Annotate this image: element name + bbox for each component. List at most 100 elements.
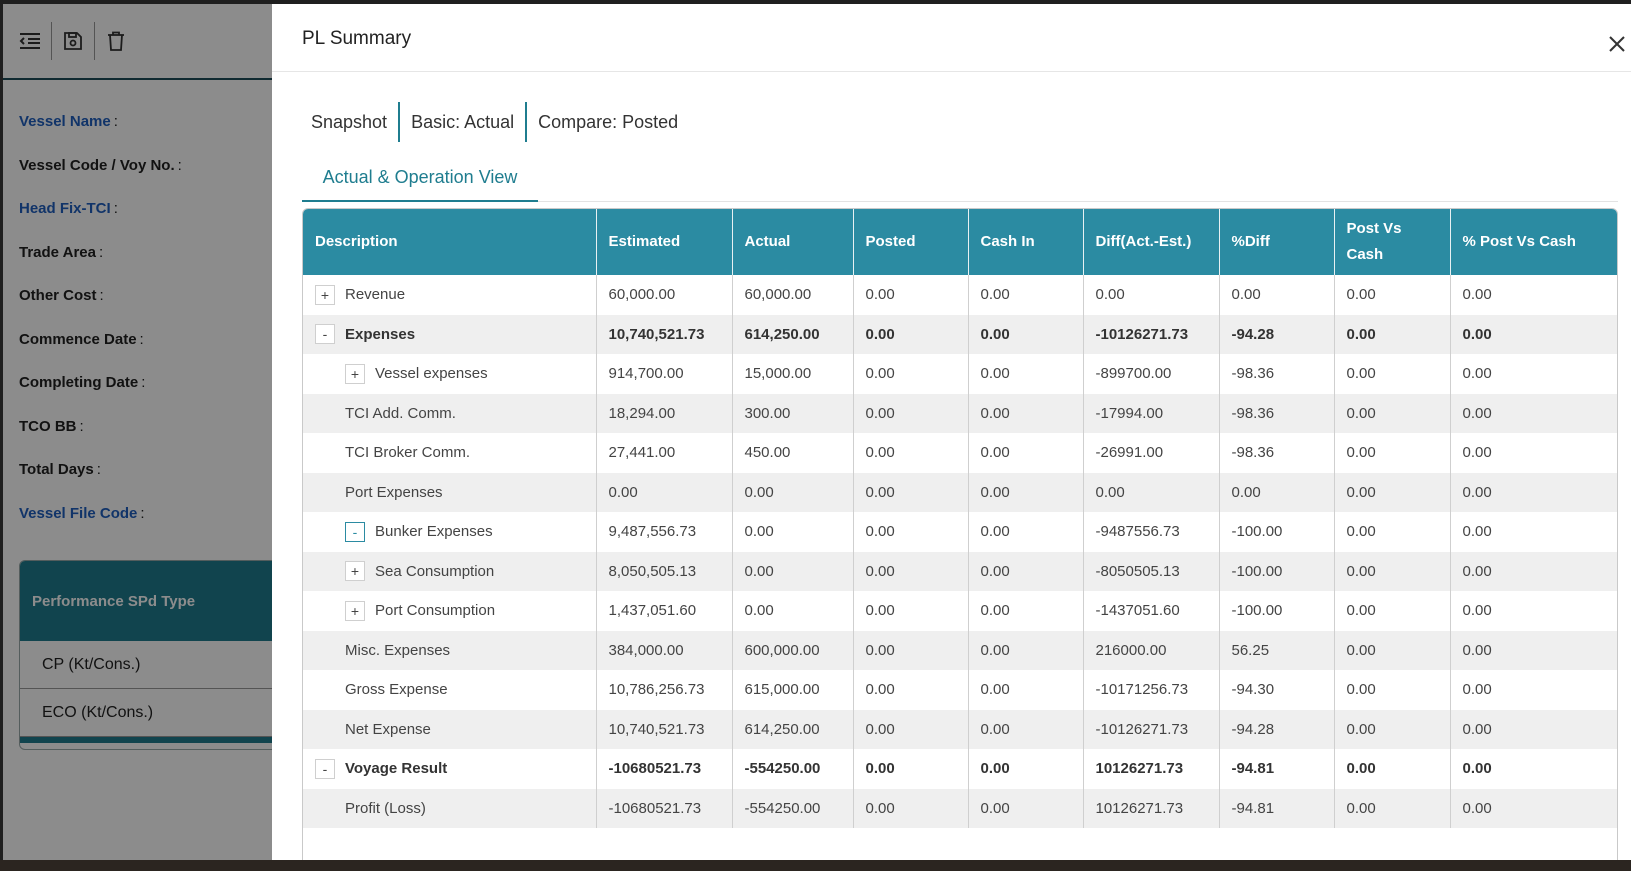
table-cell: 0.00 bbox=[853, 275, 969, 315]
table-cell: 0.00 bbox=[1083, 472, 1220, 512]
compare-posted-button[interactable]: Compare: Posted bbox=[527, 102, 689, 142]
table-cell: 10,740,521.73 bbox=[596, 709, 733, 749]
basic-actual-button[interactable]: Basic: Actual bbox=[400, 102, 525, 142]
expand-toggle[interactable]: + bbox=[345, 561, 365, 582]
row-description-cell: Misc. Expenses bbox=[303, 630, 597, 670]
table-cell: -9487556.73 bbox=[1083, 512, 1220, 552]
table-cell: 0.00 bbox=[1219, 472, 1335, 512]
row-label: Gross Expense bbox=[345, 681, 448, 699]
column-header[interactable]: Estimated bbox=[596, 209, 733, 275]
column-header[interactable]: Actual bbox=[732, 209, 854, 275]
view-tabs: Actual & Operation View bbox=[302, 154, 1618, 202]
table-cell: -554250.00 bbox=[732, 788, 854, 828]
row-description-cell: - Voyage Result bbox=[303, 749, 597, 789]
description-wrapper: - Expenses bbox=[315, 315, 584, 354]
table-cell: -98.36 bbox=[1219, 354, 1335, 394]
table-cell: 0.00 bbox=[1334, 788, 1451, 828]
close-icon bbox=[1609, 36, 1625, 52]
table-cell: 0.00 bbox=[853, 591, 969, 631]
description-wrapper: + Sea Consumption bbox=[315, 552, 584, 591]
collapse-toggle[interactable]: - bbox=[315, 758, 335, 779]
table-cell: -98.36 bbox=[1219, 433, 1335, 473]
expand-toggle[interactable]: + bbox=[315, 284, 335, 305]
row-description-cell: Net Expense bbox=[303, 709, 597, 749]
table-cell: 0.00 bbox=[1450, 275, 1617, 315]
drawer-header: PL Summary bbox=[272, 4, 1631, 72]
table-cell: 0.00 bbox=[1334, 551, 1451, 591]
snapshot-button[interactable]: Snapshot bbox=[302, 102, 398, 142]
table-cell: 0.00 bbox=[968, 670, 1084, 710]
table-cell: 0.00 bbox=[853, 630, 969, 670]
row-label: Bunker Expenses bbox=[375, 523, 493, 541]
table-cell: 0.00 bbox=[1450, 709, 1617, 749]
table-cell: 600,000.00 bbox=[732, 630, 854, 670]
table-cell: 300.00 bbox=[732, 393, 854, 433]
table-cell: -94.81 bbox=[1219, 788, 1335, 828]
row-description-cell: TCI Add. Comm. bbox=[303, 393, 597, 433]
table-cell: 15,000.00 bbox=[732, 354, 854, 394]
table-cell: -94.28 bbox=[1219, 314, 1335, 354]
column-header[interactable]: Description bbox=[303, 209, 597, 275]
table-cell: 60,000.00 bbox=[732, 275, 854, 315]
description-wrapper: + Revenue bbox=[315, 275, 584, 314]
table-cell: 0.00 bbox=[1334, 314, 1451, 354]
column-header[interactable]: % Post Vs Cash bbox=[1450, 209, 1617, 275]
row-description-cell: + Port Consumption bbox=[303, 591, 597, 631]
table-cell: 1,437,051.60 bbox=[596, 591, 733, 631]
table-cell: 0.00 bbox=[968, 788, 1084, 828]
tab-actual-operation-view[interactable]: Actual & Operation View bbox=[302, 154, 538, 202]
row-description-cell: TCI Broker Comm. bbox=[303, 433, 597, 473]
description-wrapper: Net Expense bbox=[315, 710, 584, 749]
table-row: Gross Expense 10,786,256.73 615,000.00 0.00… bbox=[303, 670, 1617, 710]
table-cell: 0.00 bbox=[1450, 630, 1617, 670]
column-header[interactable]: Posted bbox=[853, 209, 969, 275]
column-header[interactable]: Post Vs Cash bbox=[1334, 209, 1451, 275]
table-cell: 10,786,256.73 bbox=[596, 670, 733, 710]
table-row: + Vessel expenses 914,700.00 15,000.00 0.00 0… bbox=[303, 354, 1617, 394]
table-header-row: Description Estimated Actual Posted Cash… bbox=[303, 209, 1617, 275]
column-header[interactable]: %Diff bbox=[1219, 209, 1335, 275]
table-row: Port Expenses 0.00 0.00 0.00 0.00 0.00 0.00 0.0… bbox=[303, 472, 1617, 512]
table-cell: 614,250.00 bbox=[732, 314, 854, 354]
table-cell: 0.00 bbox=[1450, 393, 1617, 433]
table-body: + Revenue 60,000.00 60,000.00 0.00 0.00 0.00 0.… bbox=[303, 275, 1617, 828]
description-wrapper: - Bunker Expenses bbox=[315, 512, 584, 551]
column-header[interactable]: Diff(Act.-Est.) bbox=[1083, 209, 1220, 275]
table-cell: -10171256.73 bbox=[1083, 670, 1220, 710]
expand-toggle[interactable]: + bbox=[345, 600, 365, 621]
row-label: TCI Broker Comm. bbox=[345, 444, 471, 462]
table-cell: 0.00 bbox=[853, 354, 969, 394]
row-description-cell: + Sea Consumption bbox=[303, 551, 597, 591]
expand-toggle[interactable]: + bbox=[345, 363, 365, 384]
table-cell: -17994.00 bbox=[1083, 393, 1220, 433]
description-wrapper: + Vessel expenses bbox=[315, 354, 584, 393]
table-cell: -94.28 bbox=[1219, 709, 1335, 749]
table-cell: 450.00 bbox=[732, 433, 854, 473]
column-header[interactable]: Cash In bbox=[968, 209, 1084, 275]
table-cell: -10126271.73 bbox=[1083, 709, 1220, 749]
description-wrapper: + Port Consumption bbox=[315, 591, 584, 630]
table-cell: -10126271.73 bbox=[1083, 314, 1220, 354]
table-row: + Port Consumption 1,437,051.60 0.00 0.00 0.0… bbox=[303, 591, 1617, 631]
table-cell: 615,000.00 bbox=[732, 670, 854, 710]
table-cell: 216000.00 bbox=[1083, 630, 1220, 670]
table-row: - Voyage Result -10680521.73 -554250.00 0.00… bbox=[303, 749, 1617, 789]
table-row: + Sea Consumption 8,050,505.13 0.00 0.00 0.00… bbox=[303, 551, 1617, 591]
table-cell: -10680521.73 bbox=[596, 749, 733, 789]
row-label: Profit (Loss) bbox=[345, 799, 426, 817]
row-label: Voyage Result bbox=[345, 760, 448, 778]
collapse-toggle[interactable]: - bbox=[315, 324, 335, 345]
table-cell: 0.00 bbox=[968, 512, 1084, 552]
table-cell: 0.00 bbox=[1450, 433, 1617, 473]
table-cell: 0.00 bbox=[853, 551, 969, 591]
drawer-title: PL Summary bbox=[302, 28, 412, 49]
close-button[interactable] bbox=[1603, 30, 1631, 58]
table-cell: 0.00 bbox=[1450, 472, 1617, 512]
table-cell: 0.00 bbox=[1334, 472, 1451, 512]
row-label: Net Expense bbox=[345, 720, 431, 738]
table-cell: 0.00 bbox=[1450, 749, 1617, 789]
collapse-toggle[interactable]: - bbox=[345, 521, 365, 542]
table-cell: 0.00 bbox=[1334, 630, 1451, 670]
table-cell: 0.00 bbox=[1219, 275, 1335, 315]
row-description-cell: Gross Expense bbox=[303, 670, 597, 710]
